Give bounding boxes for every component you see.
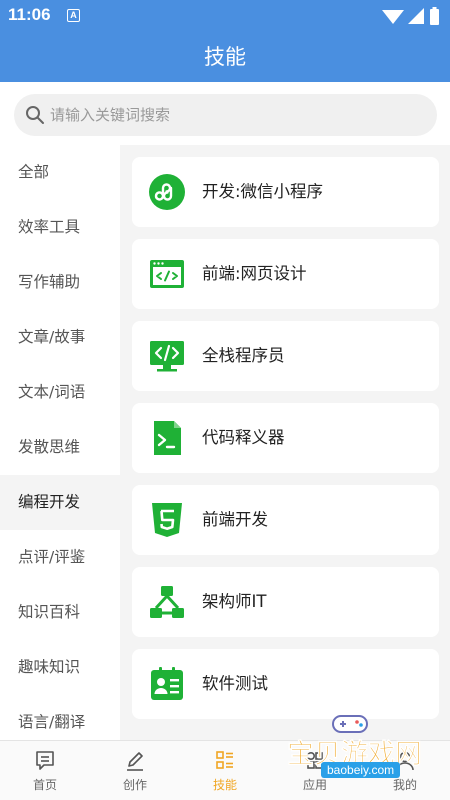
sidebar-item-programming[interactable]: 编程开发 <box>0 475 120 530</box>
battery-icon <box>430 9 439 25</box>
category-sidebar: 全部 效率工具 写作辅助 文章/故事 文本/词语 发散思维 编程开发 点评/评鉴… <box>0 145 120 740</box>
wifi-icon <box>382 10 404 24</box>
skill-label: 全栈程序员 <box>202 346 285 365</box>
tab-label: 创作 <box>122 778 147 792</box>
system-status-icons <box>382 7 439 25</box>
skill-card-frontend[interactable]: 前端开发 <box>132 485 439 555</box>
search-area <box>0 82 450 145</box>
tab-home[interactable]: 首页 <box>0 741 90 800</box>
monitor-code-icon <box>150 341 184 372</box>
page-title: 技能 <box>204 45 246 69</box>
title-bar: 技能 <box>0 32 450 82</box>
bottom-tab-bar: 首页 创作 技能 应用 我的 <box>0 740 450 800</box>
skill-label: 前端:网页设计 <box>202 264 307 283</box>
tab-skills[interactable]: 技能 <box>180 741 270 800</box>
sidebar-item-fun-facts[interactable]: 趣味知识 <box>0 640 120 695</box>
terminal-file-icon <box>154 421 181 455</box>
tab-create[interactable]: 创作 <box>90 741 180 800</box>
skill-label: 架构师IT <box>202 592 267 611</box>
skill-label: 软件测试 <box>202 674 268 693</box>
sidebar-item-articles[interactable]: 文章/故事 <box>0 310 120 365</box>
sidebar-item-all[interactable]: 全部 <box>0 145 120 200</box>
skill-card-testing[interactable]: 软件测试 <box>132 649 439 719</box>
search-input[interactable] <box>50 94 420 136</box>
pen-icon <box>127 752 143 771</box>
skill-card-architect[interactable]: 架构师IT <box>132 567 439 637</box>
tab-label: 我的 <box>392 778 417 792</box>
status-bar: 11:06 A <box>0 0 450 32</box>
miniprogram-icon <box>149 174 185 210</box>
sidebar-item-language[interactable]: 语言/翻译 <box>0 695 120 740</box>
person-icon <box>396 751 414 771</box>
tab-label: 技能 <box>212 778 237 792</box>
sidebar-item-divergent[interactable]: 发散思维 <box>0 420 120 475</box>
skill-card-webpage[interactable]: 前端:网页设计 <box>132 239 439 309</box>
search-box[interactable] <box>14 94 437 136</box>
sidebar-item-writing[interactable]: 写作辅助 <box>0 255 120 310</box>
notification-icon: A <box>67 9 80 22</box>
home-chat-icon <box>36 751 54 770</box>
skill-label: 代码释义器 <box>202 428 285 447</box>
html5-icon <box>152 503 182 537</box>
test-badge-icon <box>151 667 183 700</box>
webpage-code-icon <box>150 260 184 288</box>
skill-label: 前端开发 <box>202 510 268 529</box>
signal-icon <box>408 8 424 24</box>
skill-card-fullstack[interactable]: 全栈程序员 <box>132 321 439 391</box>
skill-list: 开发:微信小程序 前端:网页设计 全栈程序员 代码释义器 前端开发 架构师IT … <box>120 145 450 740</box>
skill-label: 开发:微信小程序 <box>202 182 324 201</box>
sidebar-item-efficiency[interactable]: 效率工具 <box>0 200 120 255</box>
sidebar-item-review[interactable]: 点评/评鉴 <box>0 530 120 585</box>
tab-label: 应用 <box>302 778 327 792</box>
list-icon <box>216 751 233 769</box>
grid-icon <box>306 751 323 769</box>
search-icon <box>26 106 44 124</box>
sidebar-item-text-words[interactable]: 文本/词语 <box>0 365 120 420</box>
tab-apps[interactable]: 应用 <box>270 741 360 800</box>
tab-label: 首页 <box>32 778 57 792</box>
status-time: 11:06 <box>8 5 51 24</box>
skill-card-code-explainer[interactable]: 代码释义器 <box>132 403 439 473</box>
skill-card-miniprogram[interactable]: 开发:微信小程序 <box>132 157 439 227</box>
architecture-icon <box>150 586 184 618</box>
sidebar-item-encyclopedia[interactable]: 知识百科 <box>0 585 120 640</box>
tab-mine[interactable]: 我的 <box>360 741 450 800</box>
